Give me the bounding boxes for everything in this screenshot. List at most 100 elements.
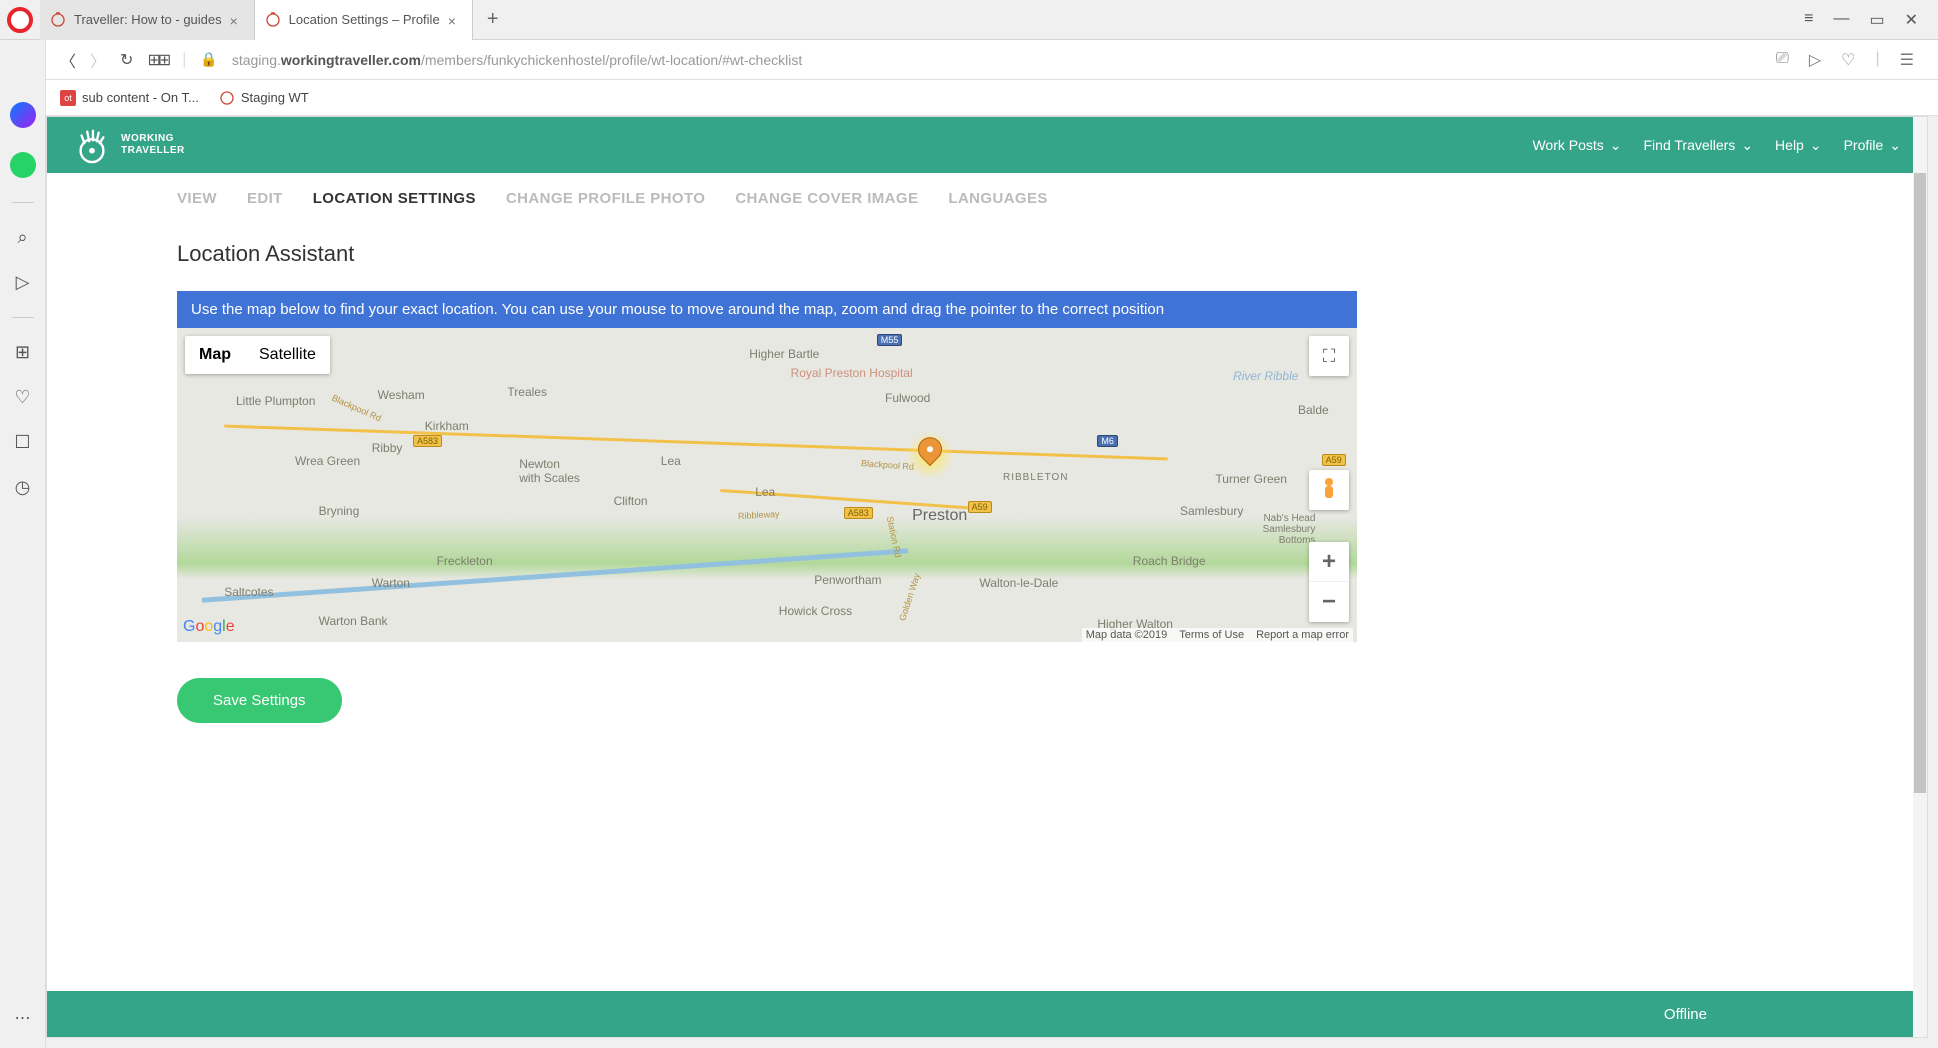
tab-view[interactable]: VIEW: [177, 190, 217, 207]
flow-icon[interactable]: ▷: [1809, 50, 1821, 70]
site-footer: Offline: [47, 991, 1927, 1037]
map-label: Howick Cross: [779, 604, 852, 618]
forward-icon: 〉: [90, 48, 106, 72]
browser-tab-1-title: Traveller: How to - guides: [74, 12, 222, 27]
messenger-icon[interactable]: [10, 102, 36, 128]
map-label-preston: Preston: [912, 507, 967, 525]
lock-icon[interactable]: 🔒: [200, 51, 217, 68]
map-road-name: Golden Way: [897, 572, 922, 622]
speed-dial-icon[interactable]: ⊞⊞: [147, 50, 168, 70]
map-label: Penwortham: [814, 573, 881, 587]
chevron-down-icon: ⌄: [1810, 137, 1822, 154]
bookmark-2[interactable]: Staging WT: [219, 90, 309, 106]
search-icon[interactable]: ⌕: [17, 227, 27, 248]
maximize-icon[interactable]: ▭: [1869, 10, 1884, 30]
site-logo-line2: TRAVELLER: [121, 145, 185, 157]
address-bar: 〈 〉 ↻ ⊞⊞ | 🔒 staging.workingtraveller.co…: [0, 40, 1938, 80]
map-label: River Ribble: [1233, 369, 1298, 383]
road-tag-m6: M6: [1097, 435, 1118, 447]
map-road-name: Ribbleway: [737, 509, 779, 521]
save-settings-button[interactable]: Save Settings: [177, 678, 342, 723]
whatsapp-icon[interactable]: [10, 152, 36, 178]
map-label: Lea: [661, 454, 681, 468]
back-icon[interactable]: 〈: [60, 48, 76, 72]
map-zoom-control: + −: [1309, 542, 1349, 622]
map-label: Turner Green: [1215, 472, 1287, 486]
chevron-down-icon: ⌄: [1741, 137, 1753, 154]
map-label: Wrea Green: [295, 454, 360, 468]
minimize-icon[interactable]: —: [1833, 10, 1849, 30]
bookmark-favicon-icon: ot: [60, 90, 76, 106]
site-logo-icon: [73, 126, 111, 164]
map-label: Ribby: [372, 441, 403, 455]
map-label: RIBBLETON: [1003, 472, 1069, 483]
map-marker[interactable]: [912, 437, 948, 473]
location-map[interactable]: A583 A583 A59 A59 M55 M6 Little Plumpton…: [177, 328, 1357, 642]
window-close-icon[interactable]: ✕: [1905, 10, 1918, 30]
news-icon[interactable]: ☐: [14, 432, 30, 453]
zoom-in-button[interactable]: +: [1309, 542, 1349, 582]
history-icon[interactable]: ◷: [15, 477, 31, 498]
tab-edit[interactable]: EDIT: [247, 190, 283, 207]
map-attr-report[interactable]: Report a map error: [1256, 629, 1349, 641]
chat-status[interactable]: Offline: [1664, 1006, 1707, 1023]
map-label: Fulwood: [885, 391, 930, 405]
chat-status-label: Offline: [1664, 1006, 1707, 1023]
heart-icon[interactable]: ♡: [14, 387, 30, 408]
flow-icon[interactable]: ▷: [16, 272, 30, 293]
nav-profile[interactable]: Profile⌄: [1844, 137, 1901, 154]
settings-toggle-icon[interactable]: ☰: [1900, 50, 1914, 70]
road-tag-a59: A59: [968, 501, 992, 513]
road-tag-a583: A583: [413, 435, 442, 447]
url-text[interactable]: staging.workingtraveller.com/members/fun…: [232, 52, 802, 68]
scrollbar-thumb[interactable]: [1914, 173, 1926, 793]
nav-work-posts[interactable]: Work Posts⌄: [1532, 137, 1621, 154]
nav-find-travellers[interactable]: Find Travellers⌄: [1644, 137, 1754, 154]
close-icon[interactable]: ×: [448, 13, 462, 27]
map-attribution: Map data ©2019 Terms of Use Report a map…: [1082, 628, 1353, 642]
opera-logo: [0, 0, 40, 40]
map-type-map[interactable]: Map: [185, 336, 245, 374]
site-logo[interactable]: WORKING TRAVELLER: [73, 126, 185, 164]
easy-setup-icon[interactable]: ≡: [1804, 10, 1813, 30]
wt-icon: [265, 12, 281, 28]
close-icon[interactable]: ×: [230, 13, 244, 27]
map-label: Nab's Head Samlesbury Bottoms: [1263, 513, 1316, 546]
map-label: Newton with Scales: [519, 457, 580, 485]
more-icon[interactable]: ⋯: [15, 1008, 31, 1028]
chevron-down-icon: ⌄: [1610, 137, 1622, 154]
speed-dials-icon[interactable]: ⊞: [15, 342, 30, 363]
tab-languages[interactable]: LANGUAGES: [948, 190, 1047, 207]
road-tag-a583-2: A583: [844, 507, 873, 519]
sidebar-rail: ⌕ ▷ ⊞ ♡ ☐ ◷ ⋯: [0, 40, 46, 1048]
reload-icon[interactable]: ↻: [120, 50, 133, 70]
browser-tab-2[interactable]: Location Settings – Profile ×: [255, 0, 473, 40]
tab-location-settings[interactable]: LOCATION SETTINGS: [313, 190, 476, 207]
profile-tabs: VIEW EDIT LOCATION SETTINGS CHANGE PROFI…: [47, 173, 1927, 223]
pegman-control[interactable]: [1309, 470, 1349, 510]
snapshot-icon[interactable]: ⎚: [1776, 50, 1789, 70]
map-label: Clifton: [614, 494, 648, 508]
map-label: Bryning: [319, 504, 360, 518]
browser-titlebar: Traveller: How to - guides × Location Se…: [0, 0, 1938, 40]
map-label: Samlesbury: [1180, 504, 1243, 518]
tab-change-cover-image[interactable]: CHANGE COVER IMAGE: [735, 190, 918, 207]
vertical-scrollbar[interactable]: [1913, 117, 1927, 1037]
pegman-icon: [1318, 477, 1340, 503]
nav-help[interactable]: Help⌄: [1775, 137, 1822, 154]
map-attr-terms[interactable]: Terms of Use: [1179, 629, 1244, 641]
browser-tab-2-title: Location Settings – Profile: [289, 12, 440, 27]
map-type-satellite[interactable]: Satellite: [245, 336, 330, 374]
bookmark-1[interactable]: ot sub content - On T...: [60, 90, 199, 106]
bookmark-2-label: Staging WT: [241, 90, 309, 105]
map-label: Balde: [1298, 403, 1329, 417]
new-tab-button[interactable]: +: [473, 8, 513, 31]
zoom-out-button[interactable]: −: [1309, 582, 1349, 622]
browser-tab-1[interactable]: Traveller: How to - guides ×: [40, 0, 255, 40]
info-banner: Use the map below to find your exact loc…: [177, 291, 1357, 328]
tab-change-profile-photo[interactable]: CHANGE PROFILE PHOTO: [506, 190, 705, 207]
map-label: Royal Preston Hospital: [791, 366, 913, 380]
map-type-control: Map Satellite: [185, 336, 330, 374]
fullscreen-icon[interactable]: ⛶: [1309, 336, 1349, 376]
heart-icon[interactable]: ♡: [1841, 50, 1855, 70]
